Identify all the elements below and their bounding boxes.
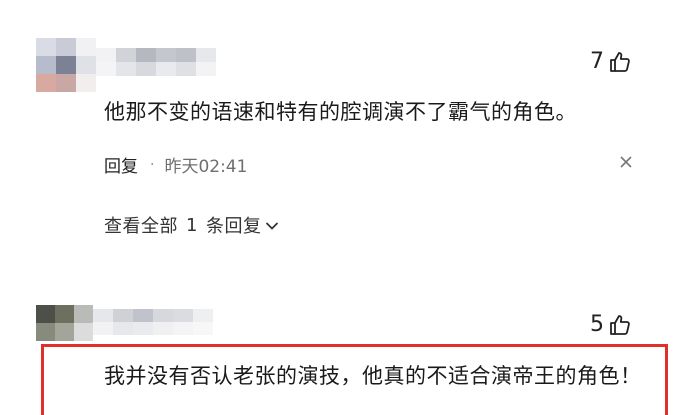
view-all-replies-link[interactable]: 查看全部 1 条回复: [104, 212, 279, 238]
comment-meta: 回复 · 昨天02:41: [104, 152, 248, 178]
username-blurred[interactable]: [93, 309, 213, 335]
comment-time: 昨天02:41: [164, 157, 248, 177]
comment-text: 我并没有否认老张的演技，他真的不适合演帝王的角色！: [104, 364, 642, 388]
like-control[interactable]: 7: [590, 50, 632, 74]
avatar[interactable]: [36, 305, 93, 341]
reply-count: 1: [186, 214, 198, 236]
username-blurred[interactable]: [96, 48, 216, 76]
avatar[interactable]: [36, 38, 96, 92]
view-replies-prefix: 查看全部: [104, 216, 178, 237]
like-count: 5: [590, 312, 604, 337]
like-control[interactable]: 5: [590, 313, 632, 337]
comment-section: 7 他那不变的语速和特有的腔调演不了霸气的角色。 回复 · 昨天02:41 查看…: [0, 0, 696, 415]
reply-button[interactable]: 回复: [104, 152, 138, 177]
thumbs-up-icon[interactable]: [608, 313, 632, 337]
comment-text: 他那不变的语速和特有的腔调演不了霸气的角色。: [104, 100, 577, 124]
view-replies-suffix: 条回复: [205, 216, 262, 237]
thumbs-up-icon[interactable]: [608, 50, 632, 74]
separator-dot: ·: [150, 156, 155, 173]
chevron-down-icon: [265, 215, 279, 236]
more-options-icon[interactable]: [618, 154, 634, 174]
like-count: 7: [590, 49, 604, 74]
